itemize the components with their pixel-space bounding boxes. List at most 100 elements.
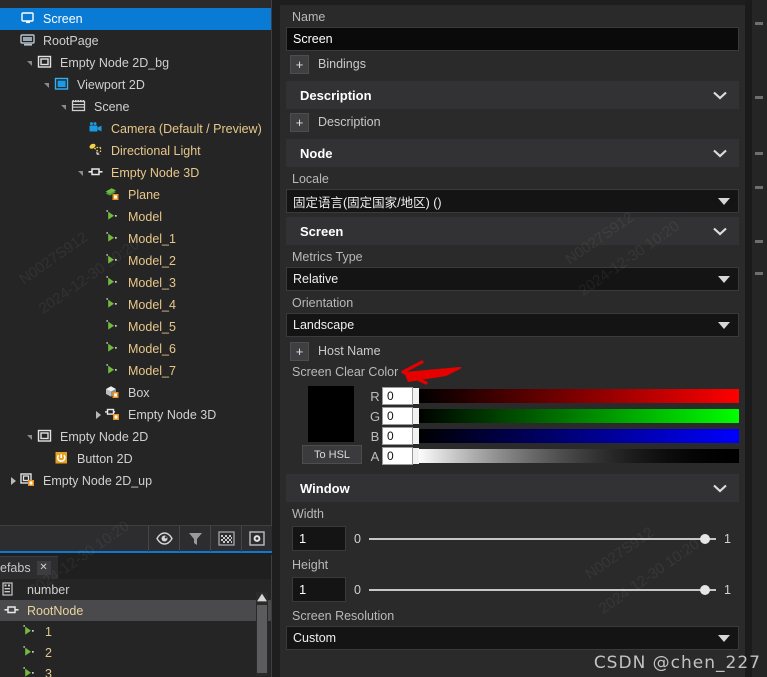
chevron-down-icon[interactable] [42,79,54,91]
channel-slider-handle[interactable] [413,408,419,424]
color-channel-g[interactable]: G0 [368,406,739,426]
color-channel-r[interactable]: R0 [368,386,739,406]
prefab-list-item[interactable]: 3 [0,663,271,677]
channel-value-input[interactable]: 0 [382,427,413,445]
orientation-select[interactable]: Landscape [286,313,739,337]
channel-slider[interactable] [413,428,739,444]
height-slider-row[interactable]: 1 0 1 [286,575,739,604]
color-channel-b[interactable]: B0 [368,426,739,446]
tree-item-viewport-2d[interactable]: Viewport 2D [0,74,271,96]
eye-icon[interactable] [148,525,179,552]
chevron-down-icon[interactable] [76,167,88,179]
width-input[interactable]: 1 [292,526,346,551]
panel-divider[interactable] [745,0,752,677]
channel-value-input[interactable]: 0 [382,407,413,425]
tree-item-model[interactable]: Model [0,206,271,228]
channel-value-input[interactable]: 0 [382,387,413,405]
chevron-down-icon[interactable] [718,634,730,642]
width-min-label: 0 [354,531,361,546]
tree-item-camera-default-preview[interactable]: Camera (Default / Preview) [0,118,271,140]
chevron-down-icon[interactable] [718,321,730,329]
channel-slider[interactable] [413,408,739,424]
tree-item-model-4[interactable]: Model_4 [0,294,271,316]
button2d-icon [54,451,72,467]
add-description-button[interactable]: + [290,112,309,132]
tree-item-label: Viewport 2D [77,78,145,92]
tree-item-model-6[interactable]: Model_6 [0,338,271,360]
prefabs-list[interactable]: RootNode 1 2 3 [0,600,271,677]
chevron-down-icon[interactable] [713,91,727,100]
close-icon[interactable]: ✕ [36,561,51,575]
tree-item-model-7[interactable]: Model_7 [0,360,271,382]
width-slider[interactable] [368,532,717,546]
metrics-type-select[interactable]: Relative [286,267,739,291]
bindings-row[interactable]: + Bindings [286,51,739,77]
tree-item-model-5[interactable]: Model_5 [0,316,271,338]
section-screen[interactable]: Screen [286,217,739,245]
add-host-name-button[interactable]: + [290,341,309,361]
section-node[interactable]: Node [286,139,739,167]
chevron-down-icon[interactable] [713,149,727,158]
chevron-right-icon[interactable] [8,475,20,487]
tree-item-empty-node-3d[interactable]: Empty Node 3D [0,162,271,184]
filter-icon[interactable] [179,525,210,552]
prefab-list-item[interactable]: 2 [0,642,271,663]
channel-slider-handle[interactable] [413,388,419,404]
color-swatch[interactable] [308,386,354,442]
locale-select[interactable]: 固定语言(固定国家/地区) () [286,189,739,213]
chevron-down-icon[interactable] [713,227,727,236]
tab-prefabs[interactable]: efabs ✕ [0,556,58,579]
host-name-row[interactable]: + Host Name [286,337,739,365]
tree-item-empty-node-2d-up[interactable]: Empty Node 2D_up [0,470,271,492]
scene-tree-list[interactable]: Screen RootPage Empty Node 2D_bg Viewport 2… [0,8,271,492]
orientation-label: Orientation [292,296,354,310]
chevron-down-icon[interactable] [718,275,730,283]
channel-slider-handle[interactable] [413,428,419,444]
tree-item-scene[interactable]: Scene [0,96,271,118]
channel-slider[interactable] [413,448,739,464]
target-icon[interactable] [241,525,272,552]
tree-item-rootpage[interactable]: RootPage [0,30,271,52]
to-hsl-button[interactable]: To HSL [302,445,362,464]
scroll-up-icon[interactable] [257,593,267,602]
section-window[interactable]: Window [286,474,739,502]
tree-item-plane[interactable]: Plane [0,184,271,206]
add-binding-button[interactable]: + [290,54,309,74]
description-row[interactable]: + Description [286,109,739,135]
tree-item-model-2[interactable]: Model_2 [0,250,271,272]
tree-toggle-placeholder [93,189,105,201]
tree-item-empty-node-3d[interactable]: Empty Node 3D [0,404,271,426]
section-description[interactable]: Description [286,81,739,109]
tree-toggle-placeholder [93,255,105,267]
chevron-down-icon[interactable] [25,431,37,443]
tree-item-screen[interactable]: Screen [0,8,271,30]
chevron-down-icon[interactable] [59,101,71,113]
tree-item-model-1[interactable]: Model_1 [0,228,271,250]
tree-item-button-2d[interactable]: Button 2D [0,448,271,470]
prefabs-scrollbar[interactable] [256,592,268,676]
channel-value-input[interactable]: 0 [382,447,413,465]
height-slider[interactable] [368,583,717,597]
slider-handle[interactable] [700,533,711,544]
tree-item-model-3[interactable]: Model_3 [0,272,271,294]
chevron-down-icon[interactable] [713,484,727,493]
tree-item-box[interactable]: Box [0,382,271,404]
width-slider-row[interactable]: 1 0 1 [286,524,739,553]
name-input[interactable]: Screen [286,27,739,51]
chevron-down-icon[interactable] [718,197,730,205]
prefab-list-item[interactable]: 1 [0,621,271,642]
prefab-list-item[interactable]: RootNode [0,600,271,621]
channel-slider[interactable] [413,388,739,404]
height-input[interactable]: 1 [292,577,346,602]
screen-resolution-select[interactable]: Custom [286,626,739,650]
scrollbar-thumb[interactable] [257,605,267,673]
color-channel-a[interactable]: A0 [368,446,739,466]
channel-slider-handle[interactable] [413,448,419,464]
chevron-down-icon[interactable] [25,57,37,69]
slider-handle[interactable] [700,584,711,595]
grid-icon[interactable] [210,525,241,552]
tree-item-directional-light[interactable]: Directional Light [0,140,271,162]
tree-item-empty-node-2d-bg[interactable]: Empty Node 2D_bg [0,52,271,74]
tree-item-empty-node-2d[interactable]: Empty Node 2D [0,426,271,448]
chevron-right-icon[interactable] [93,409,105,421]
